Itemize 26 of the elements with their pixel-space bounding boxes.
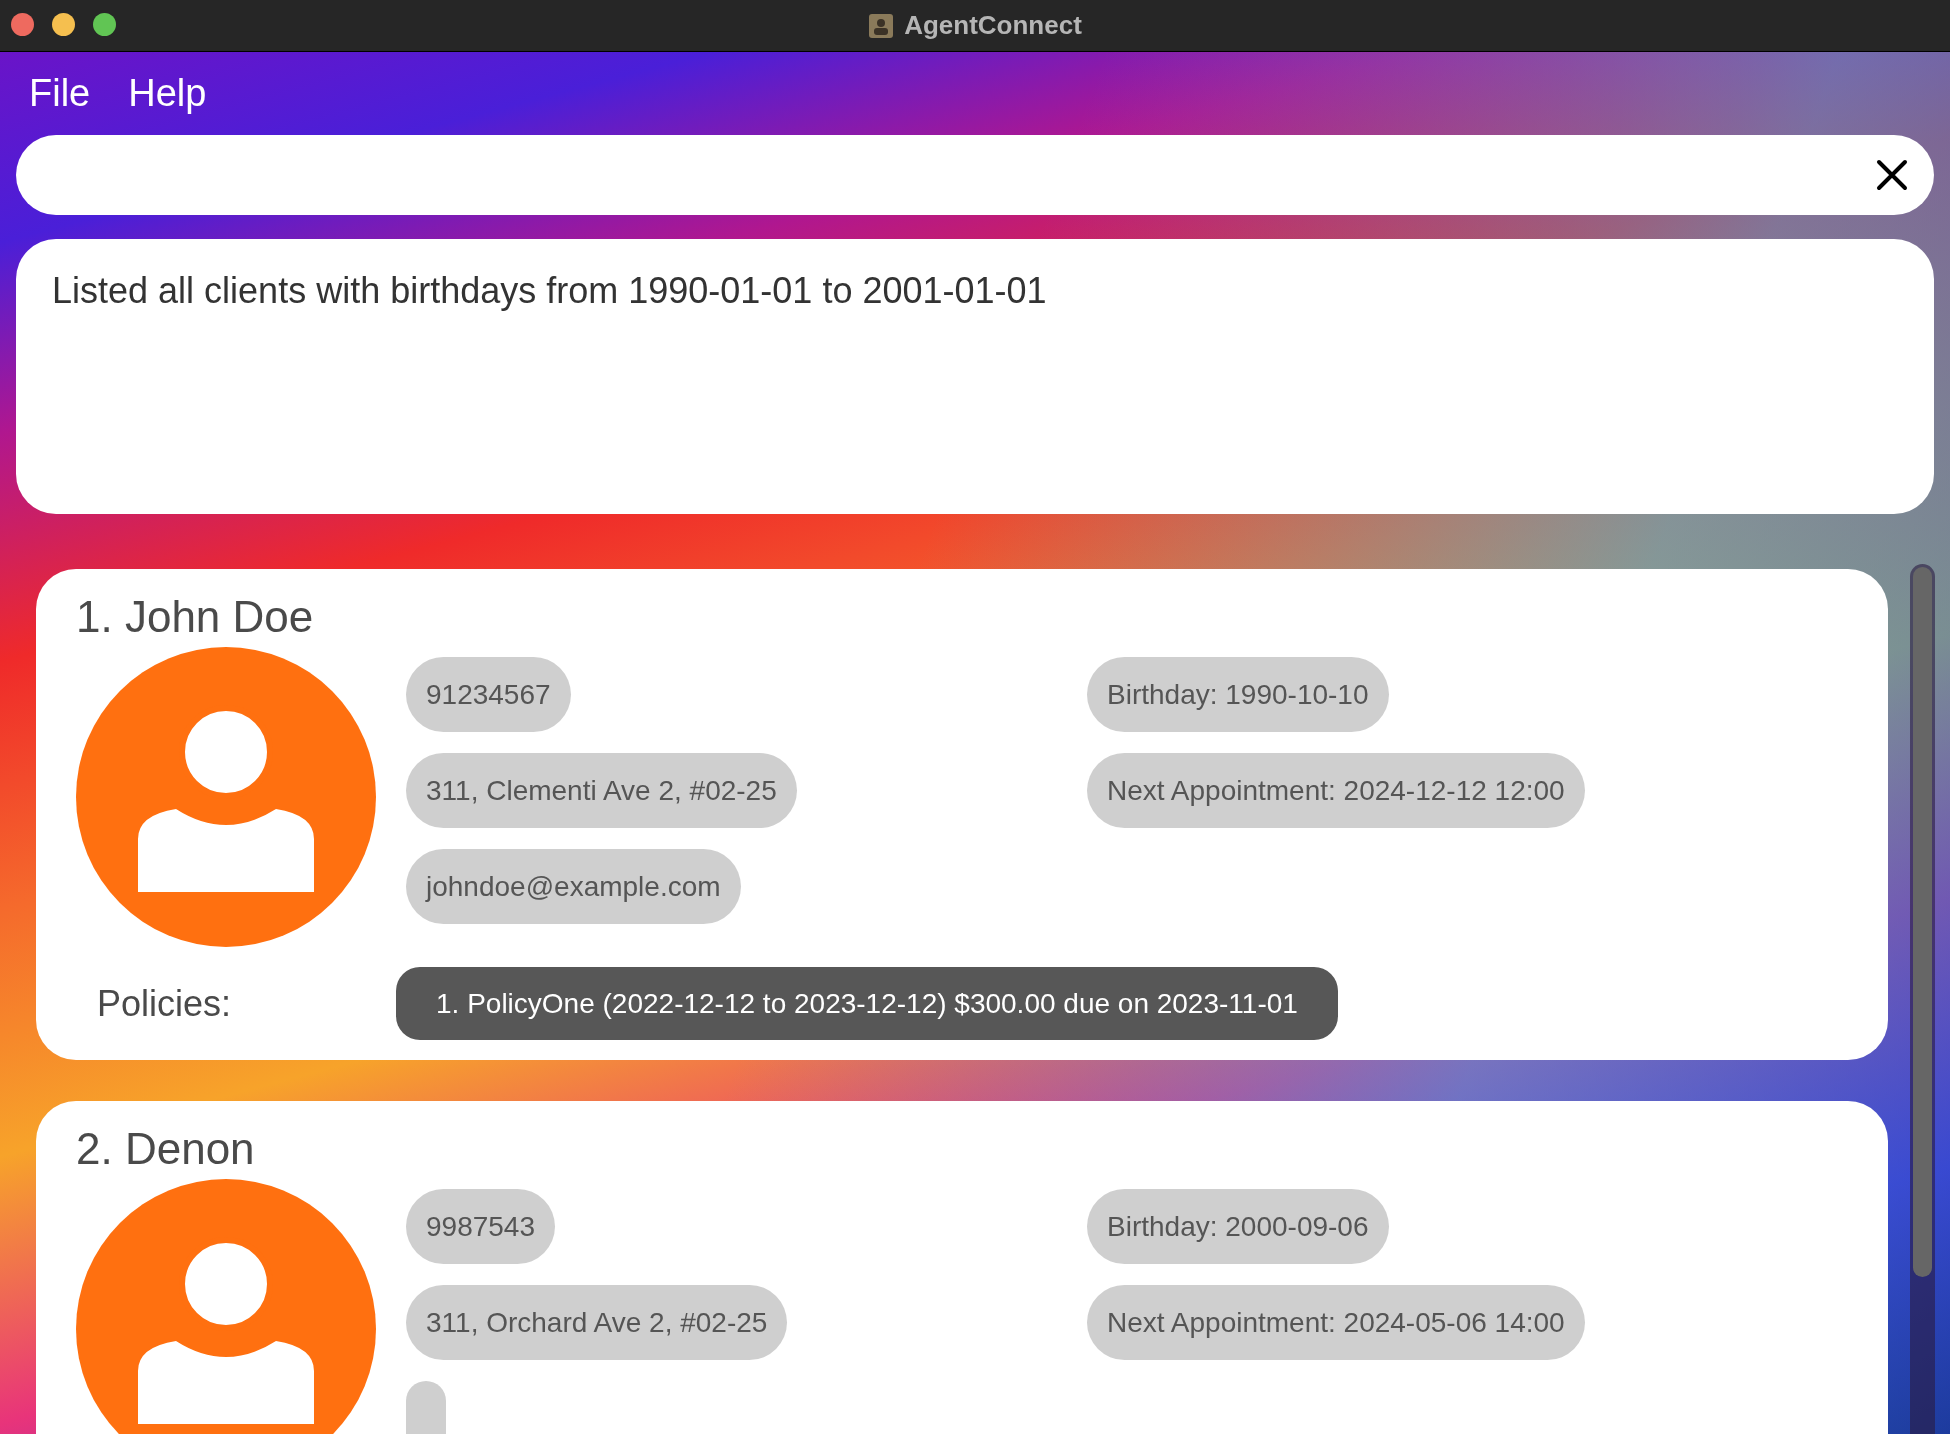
clear-icon[interactable] (1876, 159, 1908, 191)
person-avatar-icon (76, 647, 376, 947)
phone-tag: 9987543 (406, 1189, 555, 1264)
zoom-window-button[interactable] (93, 13, 116, 36)
menu-item[interactable]: File (29, 65, 91, 122)
close-window-button[interactable] (11, 13, 34, 36)
client-name: 1. John Doe (76, 591, 314, 643)
scrollbar-thumb[interactable] (1913, 567, 1932, 1277)
scrollbar-track[interactable] (1910, 564, 1935, 1434)
contact-book-icon (868, 12, 895, 39)
appointment-tag: Next Appointment: 2024-12-12 12:00 (1087, 753, 1585, 828)
window-title: AgentConnect (904, 9, 1082, 42)
address-tag: 311, Orchard Ave 2, #02-25 (406, 1285, 788, 1360)
phone-tag: 91234567 (406, 657, 571, 732)
result-message: Listed all clients with birthdays from 1990-01-01 to 2001-01-01 (52, 269, 1048, 313)
policies-label: Policies: (97, 982, 232, 1024)
email-tag (406, 1381, 446, 1434)
birthday-tag: Birthday: 1990-10-10 (1087, 657, 1389, 732)
minimize-window-button[interactable] (52, 13, 75, 36)
client-name: 2. Denon (76, 1123, 255, 1175)
menu-item[interactable]: Help (128, 65, 207, 122)
policy-tag: 1. PolicyOne (2022-12-12 to 2023-12-12) $300.00 due on 2023-11-01 (396, 967, 1338, 1040)
address-tag: 311, Clementi Ave 2, #02-25 (406, 753, 797, 828)
email-tag: johndoe@example.com (406, 849, 741, 924)
birthday-tag: Birthday: 2000-09-06 (1087, 1189, 1389, 1264)
appointment-tag: Next Appointment: 2024-05-06 14:00 (1087, 1285, 1585, 1360)
